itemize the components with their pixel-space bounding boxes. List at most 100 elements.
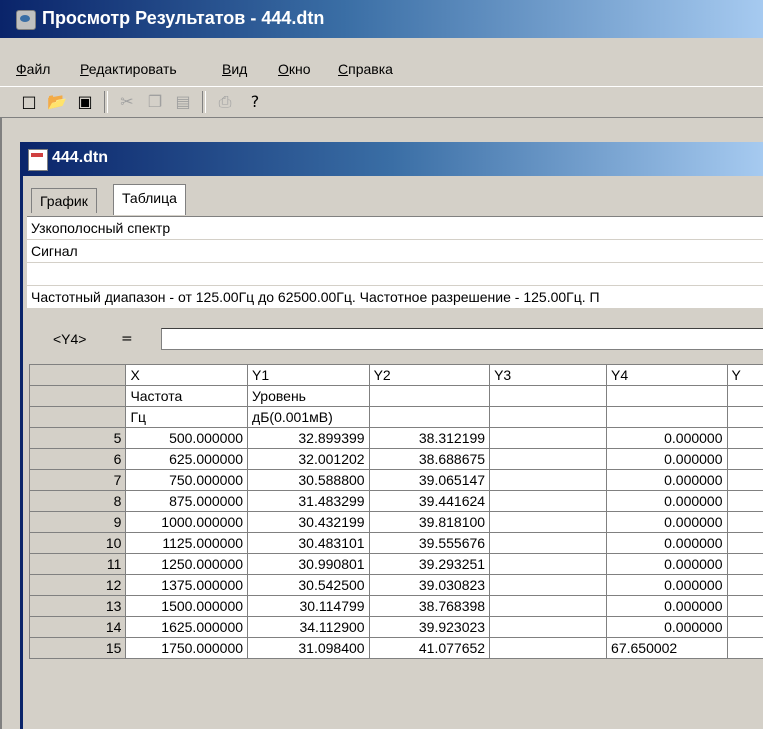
table-cell[interactable]: 39.293251: [368, 553, 491, 575]
new-document-icon[interactable]: □: [18, 91, 40, 113]
table-cell[interactable]: 31.098400: [247, 637, 370, 659]
column-unit[interactable]: [606, 406, 728, 428]
row-number[interactable]: 15: [28, 637, 127, 659]
print-icon[interactable]: ⎙: [214, 91, 236, 113]
table-cell[interactable]: 39.065147: [368, 469, 491, 491]
table-cell[interactable]: 0.000000: [606, 511, 728, 533]
table-cell[interactable]: 41.077652: [368, 637, 491, 659]
table-cell[interactable]: 39.030823: [368, 574, 491, 596]
table-cell[interactable]: 30.114799: [247, 595, 370, 617]
table-cell[interactable]: 38.688675: [368, 448, 491, 470]
column-unit[interactable]: [726, 406, 763, 428]
table-cell[interactable]: 38.312199: [368, 427, 491, 449]
row-number[interactable]: 8: [28, 490, 127, 512]
table-cell[interactable]: 0.000000: [606, 532, 728, 554]
row-number[interactable]: 10: [28, 532, 127, 554]
copy-icon[interactable]: ❐: [144, 91, 166, 113]
table-cell[interactable]: [726, 553, 763, 575]
table-cell[interactable]: [726, 616, 763, 638]
menu-window[interactable]: Окно: [278, 61, 311, 77]
table-cell[interactable]: [489, 469, 608, 491]
row-number[interactable]: 9: [28, 511, 127, 533]
column-letter[interactable]: X: [125, 364, 249, 386]
table-cell[interactable]: 625.000000: [125, 448, 249, 470]
table-cell[interactable]: 875.000000: [125, 490, 249, 512]
table-cell[interactable]: 0.000000: [606, 595, 728, 617]
table-cell[interactable]: 0.000000: [606, 553, 728, 575]
table-cell[interactable]: [489, 574, 608, 596]
table-cell[interactable]: 30.483101: [247, 532, 370, 554]
column-letter[interactable]: Y4: [606, 364, 728, 386]
row-number[interactable]: 14: [28, 616, 127, 638]
table-cell[interactable]: [489, 532, 608, 554]
table-cell[interactable]: [726, 595, 763, 617]
column-name[interactable]: [368, 385, 491, 407]
table-cell[interactable]: 1375.000000: [125, 574, 249, 596]
help-icon[interactable]: ?: [244, 91, 266, 113]
table-cell[interactable]: [489, 427, 608, 449]
table-cell[interactable]: 39.555676: [368, 532, 491, 554]
column-unit[interactable]: [489, 406, 608, 428]
row-number[interactable]: 11: [28, 553, 127, 575]
table-cell[interactable]: 67.650002: [606, 637, 728, 659]
table-cell[interactable]: 30.990801: [247, 553, 370, 575]
table-cell[interactable]: 39.441624: [368, 490, 491, 512]
column-name[interactable]: [489, 385, 608, 407]
table-cell[interactable]: 30.432199: [247, 511, 370, 533]
row-header-blank[interactable]: [28, 385, 127, 407]
column-letter[interactable]: Y1: [247, 364, 370, 386]
paste-icon[interactable]: ▤: [172, 91, 194, 113]
table-cell[interactable]: [726, 637, 763, 659]
row-header-blank[interactable]: [28, 406, 127, 428]
table-cell[interactable]: [489, 511, 608, 533]
menu-edit[interactable]: Редактировать: [80, 61, 177, 77]
table-cell[interactable]: [726, 427, 763, 449]
table-cell[interactable]: 1000.000000: [125, 511, 249, 533]
table-cell[interactable]: [726, 511, 763, 533]
save-icon[interactable]: ▣: [74, 91, 96, 113]
table-cell[interactable]: [726, 532, 763, 554]
table-cell[interactable]: 30.542500: [247, 574, 370, 596]
table-cell[interactable]: 500.000000: [125, 427, 249, 449]
row-number[interactable]: 7: [28, 469, 127, 491]
table-cell[interactable]: [726, 490, 763, 512]
table-cell[interactable]: [489, 595, 608, 617]
table-cell[interactable]: 39.818100: [368, 511, 491, 533]
row-number[interactable]: 5: [28, 427, 127, 449]
table-cell[interactable]: 0.000000: [606, 448, 728, 470]
table-cell[interactable]: 32.001202: [247, 448, 370, 470]
tab-graph[interactable]: График: [31, 188, 97, 213]
table-cell[interactable]: 32.899399: [247, 427, 370, 449]
column-unit[interactable]: Гц: [125, 406, 249, 428]
column-unit[interactable]: [368, 406, 491, 428]
table-cell[interactable]: 1250.000000: [125, 553, 249, 575]
column-letter[interactable]: Y2: [368, 364, 491, 386]
column-name[interactable]: [606, 385, 728, 407]
table-cell[interactable]: 34.112900: [247, 616, 370, 638]
table-cell[interactable]: [726, 469, 763, 491]
table-cell[interactable]: 30.588800: [247, 469, 370, 491]
column-name[interactable]: Уровень: [247, 385, 370, 407]
table-cell[interactable]: 0.000000: [606, 427, 728, 449]
table-cell[interactable]: [489, 490, 608, 512]
column-letter[interactable]: Y: [726, 364, 763, 386]
table-cell[interactable]: [726, 574, 763, 596]
table-cell[interactable]: 0.000000: [606, 616, 728, 638]
table-cell[interactable]: [489, 616, 608, 638]
table-cell[interactable]: [489, 553, 608, 575]
table-cell[interactable]: 0.000000: [606, 574, 728, 596]
data-grid[interactable]: X Y1 Y2 Y3 Y4 Y Частота Уровень Гц дБ(0.001мВ) 5 50…: [28, 364, 763, 659]
table-cell[interactable]: 39.923023: [368, 616, 491, 638]
table-cell[interactable]: 31.483299: [247, 490, 370, 512]
menu-file[interactable]: Файл: [16, 61, 50, 77]
table-cell[interactable]: 0.000000: [606, 490, 728, 512]
table-cell[interactable]: 1625.000000: [125, 616, 249, 638]
table-cell[interactable]: 750.000000: [125, 469, 249, 491]
table-cell[interactable]: 1750.000000: [125, 637, 249, 659]
table-cell[interactable]: [726, 448, 763, 470]
table-cell[interactable]: [489, 637, 608, 659]
column-name[interactable]: Частота: [125, 385, 249, 407]
row-header-blank[interactable]: [28, 364, 127, 386]
row-number[interactable]: 12: [28, 574, 127, 596]
open-folder-icon[interactable]: 📂: [46, 91, 68, 113]
